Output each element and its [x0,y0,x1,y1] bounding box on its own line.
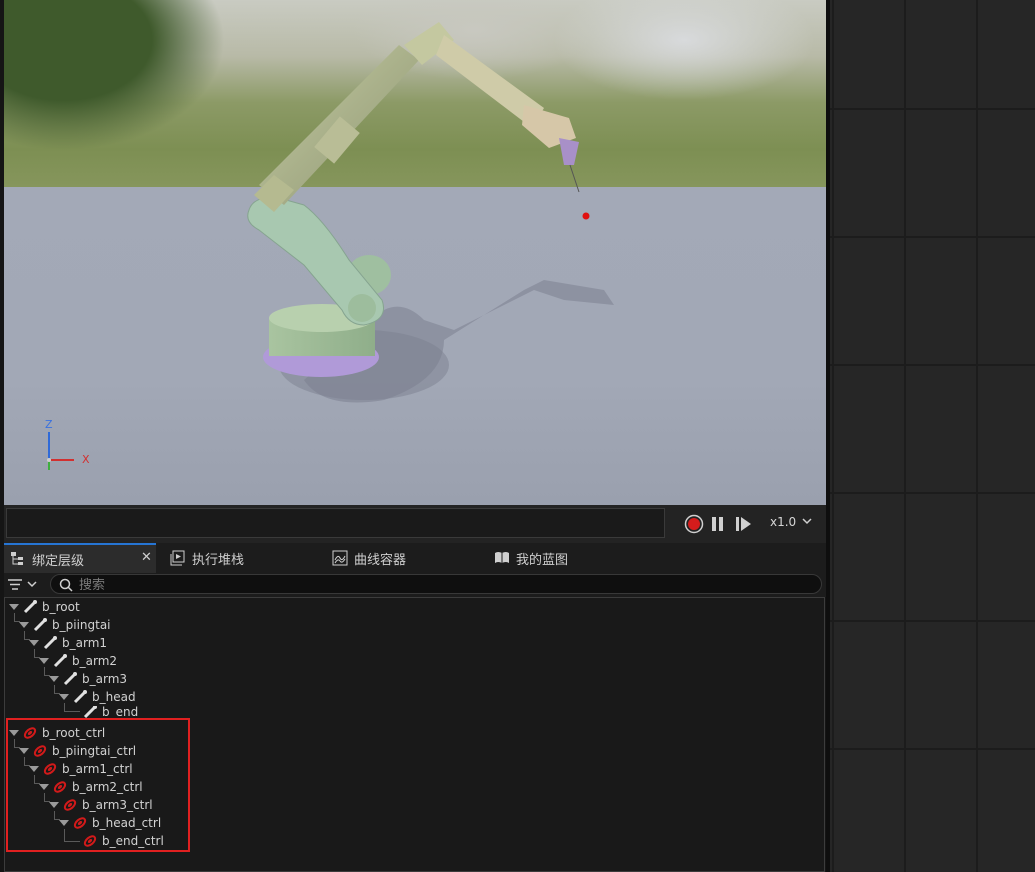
tree-item-label: b_root_ctrl [42,726,106,740]
tree-item-label: b_piingtai [52,618,111,632]
expand-arrow-icon[interactable] [49,676,59,682]
tab-label: 曲线容器 [354,552,407,568]
tree-item-label: b_head [92,690,136,704]
tree-item-control[interactable]: b_root_ctrl [9,724,105,742]
expand-arrow-icon[interactable] [9,604,19,610]
playback-speed-dropdown[interactable]: x1.0 [770,515,812,529]
tab-label: 绑定层级 [32,553,85,569]
tab-label: 执行堆栈 [192,552,245,568]
close-icon[interactable]: ✕ [141,550,152,565]
tree-item-label: b_head_ctrl [92,816,162,830]
blueprint-book-icon [495,552,509,563]
search-row [4,573,826,597]
tree-item-bone[interactable]: b_head [59,688,136,706]
tab-curve-container[interactable]: 曲线容器 [332,543,406,573]
tree-item-label: b_piingtai_ctrl [52,744,137,758]
bone-icon [83,706,97,718]
tree-item-label: b_arm2_ctrl [72,780,143,794]
bone-icon [53,654,67,668]
graph-editor[interactable] [830,0,1035,872]
tree-item-control[interactable]: b_arm1_ctrl [29,760,133,778]
panel-tab-bar: 绑定层级 ✕ 执行堆栈 曲线容器 我的蓝图 [4,543,826,573]
record-icon[interactable] [684,514,704,534]
tree-item-label: b_arm1_ctrl [62,762,133,776]
control-icon [43,763,57,775]
filter-icon[interactable] [6,576,42,594]
bone-icon [33,618,47,632]
rig-hierarchy-tree[interactable]: b_root b_piingtai b_arm1 b_arm2 b_arm3 b… [4,597,825,872]
control-icon [53,781,67,793]
control-icon [63,799,77,811]
bone-icon [43,636,57,650]
pause-icon[interactable] [710,514,726,534]
search-box[interactable] [50,574,822,594]
tree-item-control[interactable]: b_arm2_ctrl [39,778,143,796]
tree-item-label: b_arm2 [72,654,118,668]
control-icon [23,727,37,739]
chevron-down-icon [802,518,812,525]
expand-arrow-icon[interactable] [29,766,39,772]
tree-item-label: b_arm3 [82,672,128,686]
tree-item-control[interactable]: b_end_ctrl [82,832,164,850]
curve-container-icon [332,550,348,566]
tree-item-bone[interactable]: b_arm1 [29,634,107,652]
tree-connector [64,841,80,842]
tree-item-label: b_arm3_ctrl [82,798,153,812]
expand-arrow-icon[interactable] [39,784,49,790]
search-icon [59,578,73,592]
tree-item-bone[interactable]: b_arm2 [39,652,117,670]
bone-icon [63,672,77,686]
tree-item-label: b_end_ctrl [102,834,164,848]
control-icon [83,835,97,847]
expand-arrow-icon[interactable] [39,658,49,664]
expand-arrow-icon[interactable] [9,730,19,736]
control-icon [33,745,47,757]
bone-icon [73,690,87,704]
axis-x-label: X [82,453,90,466]
tab-label: 我的蓝图 [516,552,569,568]
tree-item-label: b_arm1 [62,636,108,650]
panel-divider[interactable] [826,0,830,872]
tree-item-bone[interactable]: b_arm3 [49,670,127,688]
tab-execution-stack[interactable]: 执行堆栈 [170,543,244,573]
execution-stack-icon [170,550,185,566]
tree-item-bone[interactable]: b_piingtai [19,616,111,634]
step-forward-icon[interactable] [734,514,754,534]
tree-item-bone[interactable]: b_root [9,598,80,616]
tree-item-control[interactable]: b_head_ctrl [59,814,161,832]
search-input[interactable] [77,576,781,594]
expand-arrow-icon[interactable] [19,622,29,628]
axis-z-label: Z [45,418,53,431]
hierarchy-icon [11,552,23,565]
tree-item-label: b_root [42,600,80,614]
tree-item-label: b_end [102,706,139,718]
timeline-track[interactable] [6,508,665,538]
tree-item-bone[interactable]: b_end [82,706,138,718]
expand-arrow-icon[interactable] [49,802,59,808]
playback-speed-value: x1.0 [770,515,797,529]
expand-arrow-icon[interactable] [59,694,69,700]
tree-item-control[interactable]: b_arm3_ctrl [49,796,153,814]
tree-item-control[interactable]: b_piingtai_ctrl [19,742,136,760]
tab-rig-hierarchy[interactable]: 绑定层级 [4,543,156,573]
playback-bar: x1.0 [4,505,826,543]
expand-arrow-icon[interactable] [19,748,29,754]
control-icon [73,817,87,829]
expand-arrow-icon[interactable] [29,640,39,646]
tab-my-blueprint[interactable]: 我的蓝图 [494,543,568,573]
bone-icon [23,600,37,614]
expand-arrow-icon[interactable] [59,820,69,826]
viewport[interactable]: Z X [4,0,826,505]
tree-connector [64,711,80,712]
robot-arm-model [47,22,614,470]
